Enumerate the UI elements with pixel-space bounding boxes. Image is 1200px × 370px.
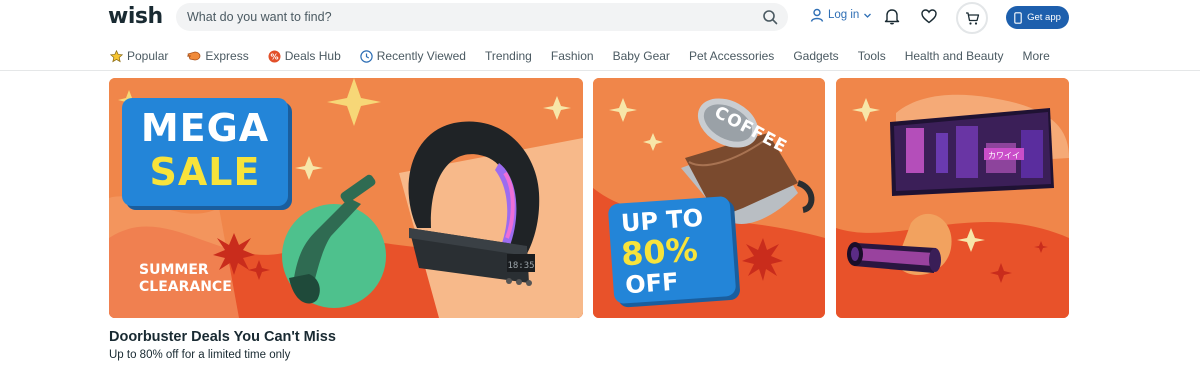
wish-logo[interactable]: wish bbox=[108, 4, 163, 29]
up-to-80-off-badge: UP TO 80% OFF bbox=[607, 195, 737, 305]
lamp-clock-text: 18:35 bbox=[507, 261, 534, 271]
category-label: Health and Beauty bbox=[904, 49, 1004, 63]
nav-divider bbox=[0, 70, 1200, 71]
category-nav: Popular Express % Deals Hub Recently Vie… bbox=[110, 47, 1069, 65]
section-title: Doorbuster Deals You Can't Miss bbox=[109, 329, 336, 345]
login-button[interactable]: Log in bbox=[810, 8, 872, 22]
cart-icon bbox=[965, 11, 979, 25]
heart-icon[interactable] bbox=[920, 7, 938, 25]
desk-mat-banner[interactable]: カワイイ bbox=[836, 78, 1069, 318]
category-label: Baby Gear bbox=[612, 49, 670, 63]
percent-text: 80% bbox=[619, 230, 699, 274]
svg-text:%: % bbox=[270, 52, 278, 61]
user-icon bbox=[810, 8, 824, 22]
category-label: Tools bbox=[857, 49, 886, 63]
category-label: Trending bbox=[484, 49, 532, 63]
coffee-promo-banner[interactable]: COFFEE UP TO 80% OFF bbox=[593, 78, 825, 318]
mega-text: MEGA bbox=[140, 106, 270, 150]
category-label: Pet Accessories bbox=[688, 49, 775, 63]
category-deals-hub[interactable]: % Deals Hub bbox=[268, 49, 341, 63]
get-app-button[interactable]: Get app bbox=[1006, 6, 1069, 29]
search-bar[interactable]: What do you want to find? bbox=[176, 3, 788, 31]
category-label: Deals Hub bbox=[284, 49, 341, 63]
clock-icon bbox=[360, 49, 373, 63]
mega-sale-badge: MEGA SALE bbox=[122, 98, 288, 206]
category-label: Popular bbox=[127, 49, 169, 63]
category-fashion[interactable]: Fashion bbox=[551, 49, 594, 63]
bell-icon[interactable] bbox=[883, 7, 901, 25]
category-label: Gadgets bbox=[793, 49, 839, 63]
category-tools[interactable]: Tools bbox=[858, 49, 886, 63]
section-subtitle: Up to 80% off for a limited time only bbox=[109, 349, 291, 361]
star-icon bbox=[110, 49, 123, 62]
express-icon bbox=[187, 51, 201, 61]
category-label: More bbox=[1022, 49, 1050, 63]
cart-button[interactable] bbox=[956, 2, 988, 34]
category-express[interactable]: Express bbox=[187, 49, 249, 63]
summer-text: SUMMER bbox=[139, 262, 209, 278]
chevron-down-icon bbox=[864, 13, 872, 18]
category-pet-accessories[interactable]: Pet Accessories bbox=[689, 49, 774, 63]
category-recently-viewed[interactable]: Recently Viewed bbox=[360, 49, 466, 63]
search-input[interactable]: What do you want to find? bbox=[187, 10, 332, 24]
sale-text: SALE bbox=[149, 150, 261, 194]
category-more[interactable]: More bbox=[1022, 49, 1049, 63]
category-label: Express bbox=[205, 49, 249, 63]
category-label: Recently Viewed bbox=[376, 49, 466, 63]
deals-icon: % bbox=[268, 50, 281, 62]
category-label: Fashion bbox=[550, 49, 594, 63]
category-health-and-beauty[interactable]: Health and Beauty bbox=[905, 49, 1004, 63]
mega-sale-banner[interactable]: 18:35 MEGA SALE SUMMER CLEARANCE bbox=[109, 78, 583, 318]
phone-icon bbox=[1014, 11, 1022, 24]
clearance-text: CLEARANCE bbox=[139, 279, 232, 295]
category-baby-gear[interactable]: Baby Gear bbox=[613, 49, 670, 63]
category-gadgets[interactable]: Gadgets bbox=[793, 49, 838, 63]
get-app-label: Get app bbox=[1027, 12, 1061, 23]
desk-mat-artwork: カワイイ bbox=[836, 78, 1069, 318]
search-icon[interactable] bbox=[762, 9, 778, 25]
category-trending[interactable]: Trending bbox=[485, 49, 532, 63]
login-label: Log in bbox=[828, 9, 860, 21]
off-text: OFF bbox=[624, 267, 680, 300]
category-popular[interactable]: Popular bbox=[110, 49, 168, 63]
summer-clearance-label: SUMMER CLEARANCE bbox=[139, 262, 232, 296]
top-header: wish What do you want to find? Log in Ge… bbox=[0, 0, 1200, 36]
neon-sign-text: カワイイ bbox=[988, 151, 1020, 160]
